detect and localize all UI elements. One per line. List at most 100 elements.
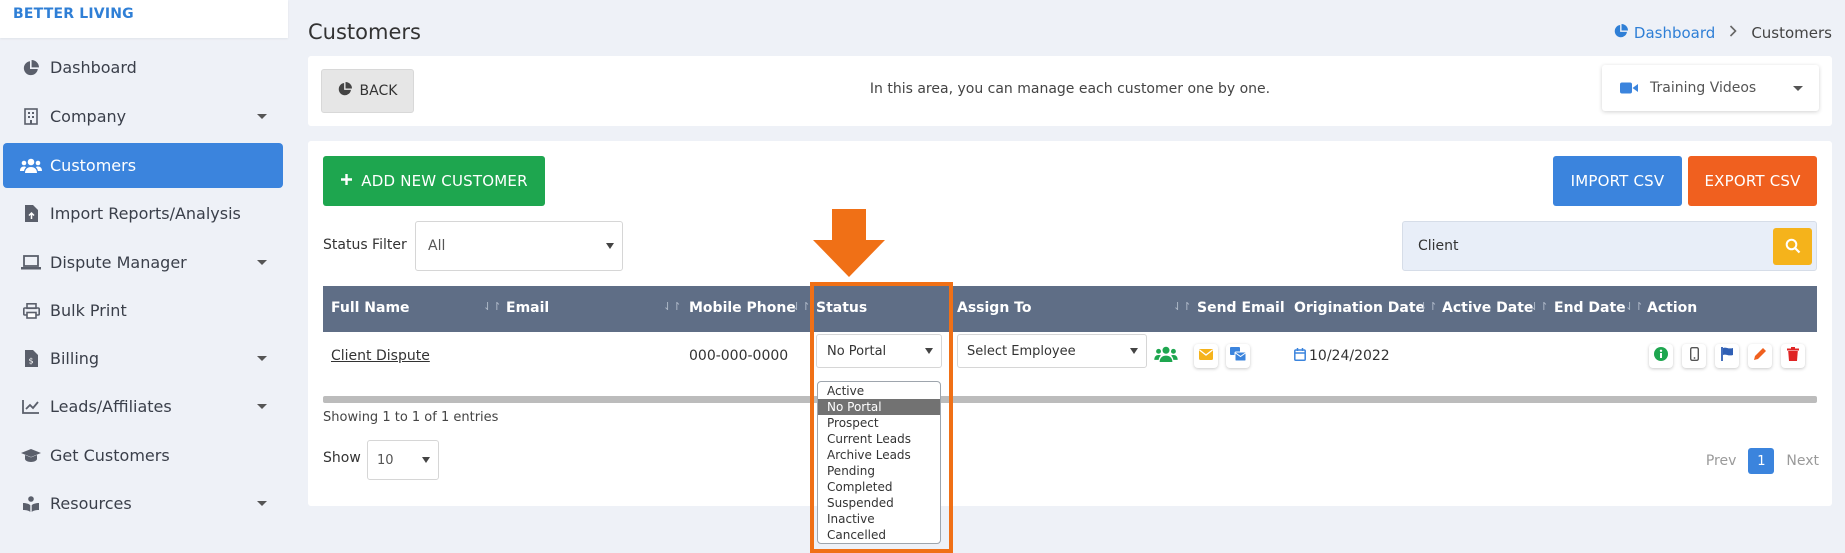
column-header-email[interactable]: Email [506,300,549,316]
pagination-page-1[interactable]: 1 [1748,448,1775,474]
status-filter-label: Status Filter [323,237,407,253]
building-icon [18,107,44,127]
mobile-phone-icon [1689,346,1699,365]
printer-icon [18,301,44,321]
horizontal-scrollbar[interactable] [323,396,1817,403]
breadcrumb-current: Customers [1751,24,1832,42]
flag-icon [1720,347,1734,365]
chevron-down-icon [257,404,267,409]
pie-chart-icon [18,58,44,78]
laptop-icon [18,253,44,273]
table-row: Client Dispute 000-000-0000 No Portal Se… [323,332,1817,380]
pagination-prev[interactable]: Prev [1706,453,1737,469]
pagination: Prev 1 Next [1706,448,1819,474]
send-email-button[interactable] [1194,344,1218,368]
sidebar-item-customers[interactable]: Customers [3,143,283,188]
sidebar-item-label: Leads/Affiliates [50,397,172,416]
line-chart-icon [18,397,44,417]
add-new-customer-button[interactable]: ADD NEW CUSTOMER [323,156,545,206]
add-new-customer-label: ADD NEW CUSTOMER [361,172,528,190]
sort-icon[interactable]: ⇃↾ [1419,300,1437,313]
assign-employee-select[interactable]: Select Employee [957,334,1147,368]
column-header-send-email: Send Email [1197,300,1285,316]
mail-bulk-icon [1230,347,1247,365]
show-entries-label: Show [323,450,361,466]
flag-button[interactable] [1715,344,1739,368]
sidebar-item-dispute-manager[interactable]: Dispute Manager [3,240,283,285]
table-header: Full Name ⇃↾ Email ⇃↾ Mobile Phone ⇃↾ St… [323,286,1817,332]
info-button[interactable] [1649,344,1673,368]
caret-down-icon [1130,348,1138,354]
customer-name-link[interactable]: Client Dispute [331,348,430,364]
sort-icon[interactable]: ⇃↾ [1173,300,1191,313]
breadcrumb-home-label: Dashboard [1633,24,1716,42]
pagination-next[interactable]: Next [1786,453,1819,469]
training-videos-label: Training Videos [1650,80,1757,96]
edit-button[interactable] [1748,344,1772,368]
chevron-down-icon [257,501,267,506]
sidebar-item-label: Resources [50,494,132,513]
search-button[interactable] [1773,228,1812,265]
users-icon [18,156,44,176]
sort-icon[interactable]: ⇃↾ [483,300,501,313]
entries-info: Showing 1 to 1 of 1 entries [323,410,499,425]
column-header-full-name[interactable]: Full Name [331,300,410,316]
page-size-value: 10 [377,452,394,468]
export-csv-label: EXPORT CSV [1704,172,1801,190]
search-input[interactable] [1403,222,1773,270]
customer-mobile: 000-000-0000 [689,348,789,364]
sidebar-item-label: Dashboard [50,58,137,77]
pencil-icon [1753,347,1767,365]
column-header-assign-to[interactable]: Assign To [957,300,1031,316]
graduation-cap-icon [18,446,44,466]
sidebar-item-label: Get Customers [50,446,170,465]
page-size-select[interactable]: 10 [367,440,439,480]
assign-employee-value: Select Employee [967,343,1076,359]
sidebar-item-company[interactable]: Company [3,94,283,139]
sort-icon[interactable]: ⇃↾ [792,300,810,313]
search-box [1402,221,1817,271]
status-filter-select[interactable]: All [415,221,623,271]
sort-icon[interactable]: ⇃↾ [663,300,681,313]
sidebar-item-resources[interactable]: Resources [3,481,283,526]
chevron-down-icon [257,114,267,119]
column-header-action: Action [1647,300,1698,316]
send-bulk-email-button[interactable] [1226,344,1250,368]
brand-logo-text[interactable]: BETTER LIVING [13,6,134,22]
delete-button[interactable] [1781,344,1805,368]
import-csv-label: IMPORT CSV [1570,172,1665,190]
plus-icon [340,172,353,190]
column-header-origination-date[interactable]: Origination Date [1294,300,1425,316]
mobile-button[interactable] [1682,344,1706,368]
column-header-mobile-phone[interactable]: Mobile Phone [689,300,796,316]
sort-icon[interactable]: ⇃↾ [1530,300,1548,313]
origination-date-value: 10/24/2022 [1309,348,1390,364]
info-bar: BACK In this area, you can manage each c… [308,56,1832,126]
import-csv-button[interactable]: IMPORT CSV [1553,156,1682,206]
column-header-active-date[interactable]: Active Date [1442,300,1533,316]
search-icon [1785,238,1801,258]
annotation-arrow-icon [813,209,885,277]
training-videos-dropdown[interactable]: Training Videos [1602,65,1819,111]
status-filter-value: All [428,238,446,254]
sidebar-item-bulk-print[interactable]: Bulk Print [3,288,283,333]
page-title: Customers [308,20,421,44]
sidebar-item-dashboard[interactable]: Dashboard [3,45,283,90]
video-camera-icon [1620,82,1638,94]
column-header-end-date[interactable]: End Date [1554,300,1626,316]
envelope-icon [1199,348,1213,364]
trash-icon [1787,347,1799,365]
invoice-icon: $ [18,349,44,369]
sidebar-item-label: Customers [50,156,137,175]
export-csv-button[interactable]: EXPORT CSV [1688,156,1817,206]
sidebar-item-leads-affiliates[interactable]: Leads/Affiliates [3,384,283,429]
sidebar-item-import-reports[interactable]: Import Reports/Analysis [3,191,283,236]
sidebar-item-billing[interactable]: $ Billing [3,336,283,381]
users-icon[interactable] [1154,346,1178,367]
breadcrumb-home-link[interactable]: Dashboard [1614,24,1715,42]
sort-icon[interactable]: ⇃↾ [1625,300,1643,313]
sidebar-item-get-customers[interactable]: Get Customers [3,433,283,478]
info-circle-icon [1654,347,1668,365]
sidebar-item-label: Billing [50,349,100,368]
chevron-down-icon [1793,86,1803,91]
